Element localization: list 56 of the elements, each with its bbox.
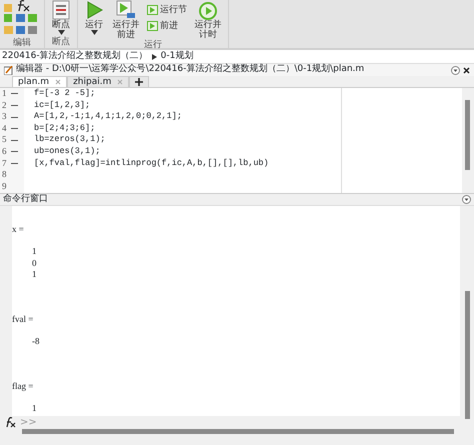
code-line: A=[1,2,-1;1,4,1;1,2,0;0,2,1]; — [34, 111, 182, 122]
close-icon — [117, 79, 124, 85]
function-icon — [4, 416, 16, 428]
output-text: x = — [12, 224, 24, 234]
scrollbar-thumb[interactable] — [465, 100, 470, 170]
section-icon — [147, 5, 158, 15]
breadcrumb-item[interactable]: 0-1规划 — [160, 50, 194, 64]
scrollbar-thumb[interactable] — [22, 429, 454, 434]
breakpoint-icon — [51, 0, 71, 20]
file-tab[interactable]: zhipai.m — [67, 76, 130, 87]
output-value: 0 — [32, 258, 36, 268]
toolbar-button[interactable]: 运行 — [82, 0, 106, 35]
output-value: 1 — [32, 246, 36, 256]
run-section-button[interactable]: 运行节 — [146, 4, 188, 16]
advance-icon — [147, 21, 158, 31]
breadcrumb-item[interactable]: 220416-算法介绍之整数规划（二） — [2, 50, 148, 64]
line-number: 2 — [2, 100, 6, 110]
panel-title: 命令行窗口 — [3, 192, 48, 206]
code-line: ub=ones(3,1); — [34, 146, 100, 156]
output-value: -8 — [32, 336, 40, 346]
code-line: lb=zeros(3,1); — [34, 134, 106, 144]
output-value: 1 — [32, 268, 36, 279]
line-number: 1 — [2, 88, 6, 98]
caret-icon — [58, 30, 64, 35]
file-tab[interactable]: plan.m — [12, 76, 68, 87]
new-tab-button[interactable] — [129, 76, 150, 87]
line-number: 3 — [2, 111, 6, 122]
toolbar-button[interactable]: 断点 — [49, 0, 73, 35]
editor-title: 编辑器 - D:\0研一\运筹学公众号\220416-算法介绍之整数规划（二）\0-1规划\plan.m — [16, 63, 366, 76]
code-line: [x,fval,flag]=intlinprog(f,ic,A,b,[],[],lb,ub) — [34, 158, 269, 168]
group-label: 编辑 — [12, 38, 32, 49]
output-value: 1 — [32, 403, 36, 413]
output-text: flag = — [12, 380, 34, 391]
close-icon — [55, 79, 62, 85]
line-number: 5 — [2, 134, 6, 144]
line-number: 4 — [2, 122, 6, 133]
group-label: 断点 — [51, 37, 71, 48]
advance-button[interactable]: 前进 — [146, 20, 188, 32]
code-line: ic=[1,2,3]; — [34, 100, 90, 110]
scrollbar-thumb[interactable] — [465, 291, 470, 419]
separator-arrow-icon — [152, 54, 157, 60]
group-label: 运行 — [143, 40, 163, 51]
toolbar-button[interactable]: 运行并前进 — [110, 0, 142, 40]
line-number: 6 — [2, 146, 6, 156]
caret-icon — [90, 30, 98, 35]
line-number: 7 — [2, 158, 6, 168]
code-line: b=[2;4;3;6]; — [34, 122, 96, 133]
close-icon — [463, 66, 470, 74]
output-text: fval = — [12, 314, 34, 324]
timer-icon — [197, 0, 219, 20]
line-number: 8 — [2, 169, 6, 180]
run-advance-icon — [115, 0, 137, 20]
plus-icon — [135, 78, 144, 86]
line-number: 9 — [2, 180, 6, 191]
code-line: f=[-3 2 -5]; — [34, 88, 96, 98]
toolbar-button[interactable]: 运行并计时 — [192, 0, 224, 40]
